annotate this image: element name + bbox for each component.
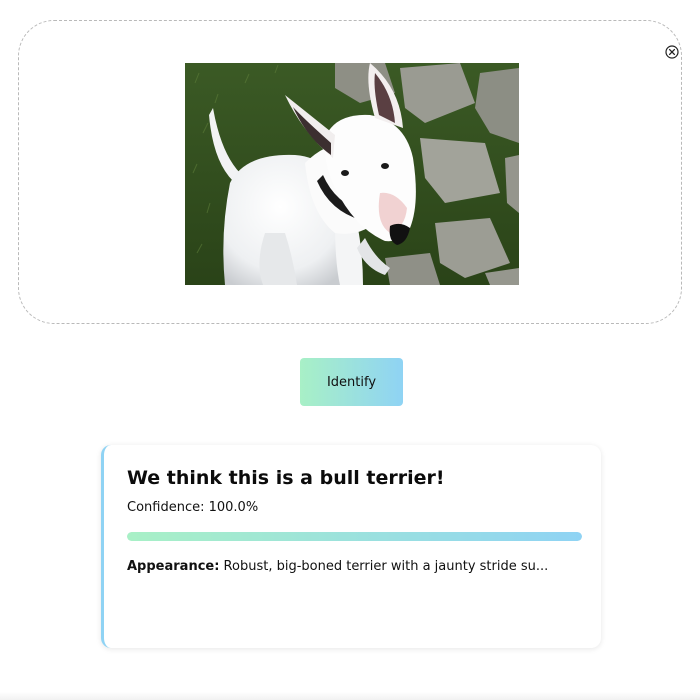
confidence-bar-fill (127, 532, 582, 541)
confidence-text: Confidence: 100.0% (127, 500, 259, 515)
page: Identify We think this is a bull terrier… (0, 0, 700, 700)
appearance-text: Robust, big-boned terrier with a jaunty … (219, 559, 549, 574)
confidence-bar (127, 532, 582, 541)
result-card: We think this is a bull terrier! Confide… (101, 445, 601, 648)
result-title: We think this is a bull terrier! (127, 467, 445, 489)
image-upload-dropzone[interactable] (18, 20, 682, 324)
identify-button[interactable]: Identify (300, 358, 403, 406)
uploaded-dog-image (185, 63, 519, 285)
appearance-label: Appearance: (127, 559, 220, 574)
appearance-description: Appearance: Robust, big-boned terrier wi… (127, 559, 548, 574)
page-footer-fade (0, 692, 700, 700)
close-circle-icon[interactable] (665, 45, 679, 59)
